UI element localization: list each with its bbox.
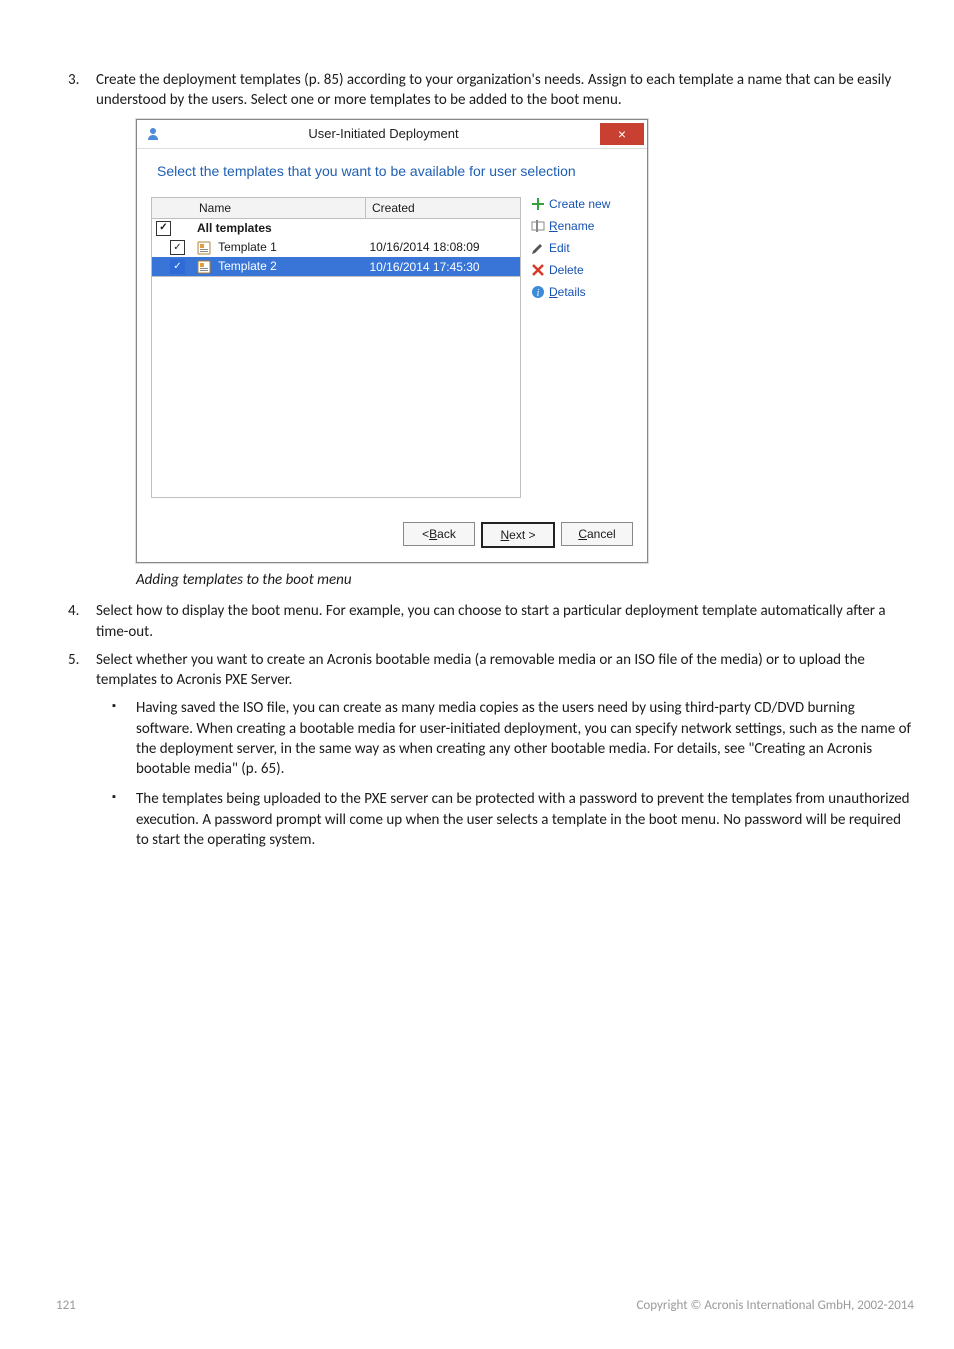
checkbox-all[interactable]: ✓: [156, 221, 171, 236]
page-number: 121: [56, 1298, 76, 1313]
info-icon: i: [531, 285, 545, 299]
row-template-2[interactable]: ✓ Template 2 10/16/2014 17:45:30: [152, 257, 521, 277]
delete-link[interactable]: Delete: [531, 263, 633, 277]
dialog-title: User-Initiated Deployment: [167, 126, 600, 141]
row-all-templates[interactable]: ✓ All templates: [152, 218, 521, 238]
step-4-text: Select how to display the boot menu. For…: [96, 602, 886, 640]
bullet-iso: Having saved the ISO file, you can creat…: [136, 698, 914, 779]
delete-icon: [531, 263, 545, 277]
step-3-number: 3.: [68, 70, 79, 90]
templates-table: Name Created ✓ All templates ✓: [151, 197, 521, 278]
all-templates-label: All templates: [197, 221, 272, 235]
step-5-number: 5.: [68, 650, 79, 670]
step-5-bullets: Having saved the ISO file, you can creat…: [96, 698, 914, 850]
dialog-titlebar: User-Initiated Deployment ×: [137, 120, 647, 149]
details-link[interactable]: i Details: [531, 285, 633, 299]
svg-text:i: i: [537, 288, 540, 299]
figure-caption: Adding templates to the boot menu: [136, 571, 914, 589]
create-new-link[interactable]: Create new: [531, 197, 633, 211]
edit-link[interactable]: Edit: [531, 241, 633, 255]
rename-icon: [531, 219, 545, 233]
step-3: 3. Create the deployment templates (p. 8…: [96, 70, 914, 111]
checkbox-template-1[interactable]: ✓: [170, 240, 185, 255]
col-name[interactable]: Name: [193, 197, 366, 218]
close-button[interactable]: ×: [600, 123, 644, 145]
checkbox-template-2[interactable]: ✓: [170, 259, 185, 274]
dialog-subtitle: Select the templates that you want to be…: [137, 149, 647, 197]
step-5-text: Select whether you want to create an Acr…: [96, 651, 865, 689]
row-template-1[interactable]: ✓ Template 1 10/16/2014 18:08:09: [152, 238, 521, 257]
template-1-created: 10/16/2014 18:08:09: [366, 238, 521, 257]
side-actions: Create new Rename Edit Delete i Details: [521, 197, 633, 499]
pencil-icon: [531, 241, 545, 255]
step-4-number: 4.: [68, 601, 79, 621]
page-footer: 121 Copyright © Acronis International Gm…: [56, 1298, 914, 1313]
next-button[interactable]: Next >: [481, 522, 555, 548]
back-button[interactable]: < Back: [403, 522, 475, 546]
cancel-button[interactable]: Cancel: [561, 522, 633, 546]
table-empty-area: [151, 277, 521, 498]
dialog-app-icon: [145, 126, 161, 142]
step-3-text: Create the deployment templates (p. 85) …: [96, 71, 891, 109]
rename-link[interactable]: Rename: [531, 219, 633, 233]
col-created[interactable]: Created: [366, 197, 521, 218]
copyright: Copyright © Acronis International GmbH, …: [636, 1298, 914, 1313]
user-initiated-deployment-dialog: User-Initiated Deployment × Select the t…: [136, 119, 648, 564]
template-2-created: 10/16/2014 17:45:30: [366, 257, 521, 277]
template-icon: [197, 260, 211, 274]
dialog-button-row: < Back Next > Cancel: [137, 512, 647, 562]
bullet-pxe: The templates being uploaded to the PXE …: [136, 789, 914, 850]
template-icon: [197, 241, 211, 255]
template-1-name: Template 1: [218, 240, 277, 254]
plus-icon: [531, 197, 545, 211]
step-5: 5. Select whether you want to create an …: [96, 650, 914, 691]
template-2-name: Template 2: [218, 259, 277, 273]
step-4: 4. Select how to display the boot menu. …: [96, 601, 914, 642]
